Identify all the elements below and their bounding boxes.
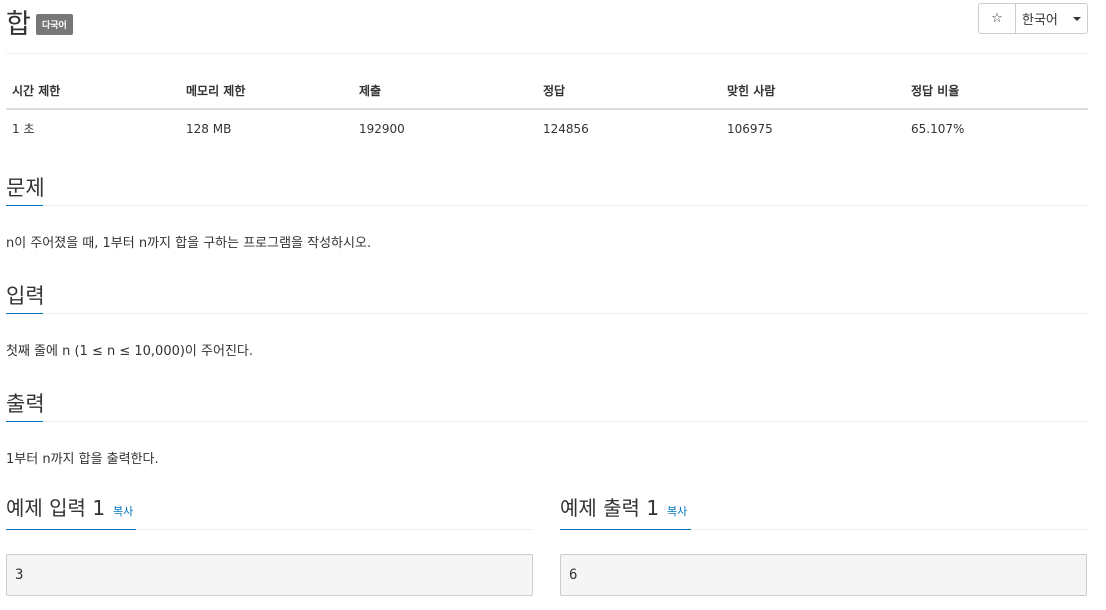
value-memory-limit: 128 MB xyxy=(186,121,232,136)
problem-header: 합 다국어 ☆ 한국어 xyxy=(6,0,1088,54)
header-time-limit: 시간 제한 xyxy=(6,74,180,110)
header-ratio: 정답 비율 xyxy=(905,74,1088,110)
section-header: 문제 xyxy=(6,172,1088,206)
language-dropdown[interactable]: 한국어 xyxy=(1016,3,1088,34)
input-section: 입력 첫째 줄에 n (1 ≤ n ≤ 10,000)이 주어진다. xyxy=(6,280,1088,359)
sample-output-section: 예제 출력 1 복사 6 xyxy=(560,492,1087,596)
header-memory-limit: 메모리 제한 xyxy=(180,74,353,110)
copy-input-button[interactable]: 복사 xyxy=(113,505,133,518)
star-icon: ☆ xyxy=(991,11,1003,26)
output-section: 출력 1부터 n까지 합을 출력한다. xyxy=(6,388,1088,467)
value-solvers: 106975 xyxy=(727,121,773,136)
section-underline xyxy=(560,529,691,530)
sample-output-box[interactable]: 6 xyxy=(560,554,1087,596)
language-label: 한국어 xyxy=(1022,13,1058,28)
sample-input-section: 예제 입력 1 복사 3 xyxy=(6,492,533,596)
header-submissions: 제출 xyxy=(353,74,537,110)
header-button-group: ☆ 한국어 xyxy=(978,3,1088,34)
section-header: 입력 xyxy=(6,280,1088,314)
caret-down-icon xyxy=(1073,16,1081,21)
sample-output-title: 예제 출력 1 xyxy=(560,496,660,520)
problem-description-text: n이 주어졌을 때, 1부터 n까지 합을 구하는 프로그램을 작성하시오. xyxy=(6,236,372,251)
value-ratio: 65.107% xyxy=(911,121,965,136)
header-solvers: 맞힌 사람 xyxy=(721,74,905,110)
favorite-button[interactable]: ☆ xyxy=(978,3,1016,34)
value-submissions[interactable]: 192900 xyxy=(353,109,537,147)
info-value-row: 1 초 128 MB 192900 124856 106975 65.107% xyxy=(6,109,1088,147)
section-header: 예제 입력 1 복사 xyxy=(6,492,533,530)
copy-output-button[interactable]: 복사 xyxy=(667,505,687,518)
input-description-text: 첫째 줄에 n (1 ≤ n ≤ 10,000)이 주어진다. xyxy=(6,344,253,359)
problem-description-section: 문제 n이 주어졌을 때, 1부터 n까지 합을 구하는 프로그램을 작성하시오… xyxy=(6,172,1088,251)
problem-title: 합 xyxy=(6,9,31,40)
sample-input-title: 예제 입력 1 xyxy=(6,496,106,520)
section-underline xyxy=(6,529,136,530)
section-title: 출력 xyxy=(6,392,45,416)
section-underline xyxy=(6,205,43,206)
section-header: 출력 xyxy=(6,388,1088,422)
output-description-text: 1부터 n까지 합을 출력한다. xyxy=(6,452,159,467)
section-header: 예제 출력 1 복사 xyxy=(560,492,1087,530)
sample-input-box[interactable]: 3 xyxy=(6,554,533,596)
multilang-badge: 다국어 xyxy=(36,14,73,35)
problem-info-table: 시간 제한 메모리 제한 제출 정답 맞힌 사람 정답 비율 1 초 128 M… xyxy=(6,74,1088,147)
section-underline xyxy=(6,421,43,422)
value-accepted: 124856 xyxy=(543,121,589,136)
value-time-limit: 1 초 xyxy=(12,122,35,136)
header-accepted: 정답 xyxy=(537,74,721,110)
section-title: 문제 xyxy=(6,176,45,200)
info-header-row: 시간 제한 메모리 제한 제출 정답 맞힌 사람 정답 비율 xyxy=(6,74,1088,110)
section-underline xyxy=(6,313,43,314)
section-title: 입력 xyxy=(6,284,45,308)
